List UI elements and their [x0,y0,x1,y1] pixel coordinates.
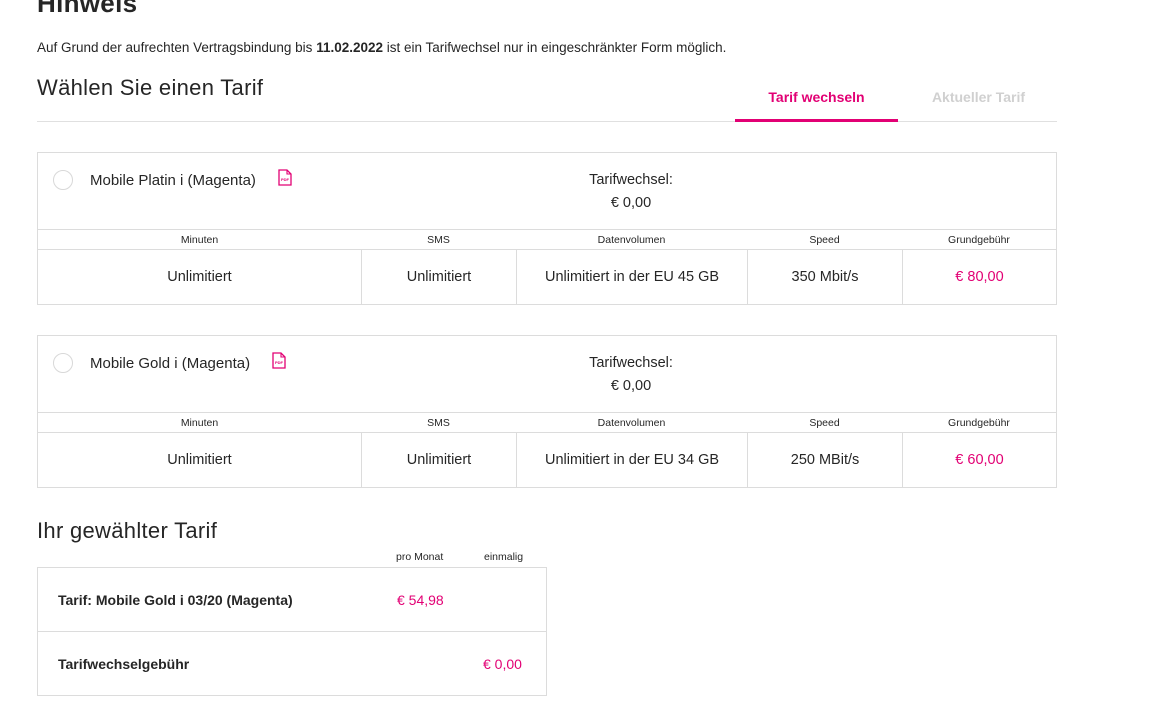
tariff-change-label: Tarifwechsel: [589,172,673,188]
spec-column-data: Datenvolumen Unlimitiert in der EU 34 GB [516,413,747,488]
spec-value-data: Unlimitiert in der EU 34 GB [516,433,747,487]
spec-column-base-fee: Grundgebühr € 80,00 [902,230,1056,305]
svg-text:PDF: PDF [281,177,290,182]
spec-column-sms: SMS Unlimitiert [361,230,516,305]
spec-column-minutes: Minuten Unlimitiert [38,413,361,488]
summary-header-monthly: pro Monat [396,551,444,563]
spec-header-sms: SMS [361,230,516,250]
selected-tariff-heading: Ihr gewählter Tarif [37,518,218,543]
notice-date: 11.02.2022 [316,40,384,55]
plan-spec-table: Minuten Unlimitiert SMS Unlimitiert Date… [38,229,1056,304]
spec-column-base-fee: Grundgebühr € 60,00 [902,413,1056,488]
spec-value-speed: 350 Mbit/s [747,250,902,304]
spec-header-minutes: Minuten [38,413,361,433]
spec-value-minutes: Unlimitiert [167,452,232,468]
spec-column-speed: Speed 250 MBit/s [747,413,902,488]
plan-name: Mobile Gold i (Magenta) [90,355,251,372]
selected-tariff-summary: Tarif: Mobile Gold i 03/20 (Magenta) € 5… [37,567,547,696]
plan-radio[interactable] [53,353,73,373]
summary-row-change-fee: Tarifwechselgebühr € 0,00 [38,632,546,696]
spec-header-data: Datenvolumen [516,413,747,433]
spec-header-speed: Speed [747,413,902,433]
plan-card[interactable]: Mobile Gold i (Magenta) PDF Tarifwechsel… [37,335,1057,488]
summary-header-one-time: einmalig [484,551,524,563]
plan-radio[interactable] [53,170,73,190]
pdf-icon[interactable]: PDF [278,169,292,186]
summary-label: Tarif: Mobile Gold i 03/20 (Magenta) [58,592,293,608]
spec-value-base-fee: € 80,00 [902,250,1056,304]
tab-current-tariff[interactable]: Aktueller Tarif [897,78,1060,122]
tab-change-tariff[interactable]: Tarif wechseln [735,78,898,122]
summary-label: Tarifwechselgebühr [58,656,190,672]
spec-value-minutes: Unlimitiert [167,269,232,285]
notice-title: Hinweis [37,0,138,18]
spec-header-speed: Speed [747,230,902,250]
plan-spec-table: Minuten Unlimitiert SMS Unlimitiert Date… [38,412,1056,487]
spec-column-minutes: Minuten Unlimitiert [38,230,361,305]
tariff-change-fee: € 0,00 [610,195,652,211]
notice-text-after: ist ein Tarifwechsel nur in eingeschränk… [383,40,727,55]
summary-one-time-price: € 0,00 [483,656,522,672]
summary-row-tariff: Tarif: Mobile Gold i 03/20 (Magenta) € 5… [38,568,546,632]
spec-column-sms: SMS Unlimitiert [361,413,516,488]
tariff-change-label: Tarifwechsel: [589,355,673,371]
spec-value-speed: 250 MBit/s [747,433,902,487]
plan-card[interactable]: Mobile Platin i (Magenta) PDF Tarifwechs… [37,152,1057,305]
spec-header-sms: SMS [361,413,516,433]
pdf-icon[interactable]: PDF [272,352,286,369]
spec-value-sms: Unlimitiert [361,250,516,304]
spec-value-data: Unlimitiert in der EU 45 GB [516,250,747,304]
summary-monthly-price: € 54,98 [397,592,444,608]
notice-text-before: Auf Grund der aufrechten Vertragsbindung… [37,40,317,55]
tariff-section-heading: Wählen Sie einen Tarif [37,75,264,100]
spec-header-data: Datenvolumen [516,230,747,250]
spec-column-speed: Speed 350 Mbit/s [747,230,902,305]
plan-name: Mobile Platin i (Magenta) [90,172,256,189]
svg-text:PDF: PDF [275,360,284,365]
tariff-change-fee: € 0,00 [610,378,652,394]
spec-header-minutes: Minuten [38,230,361,250]
notice-text: Auf Grund der aufrechten Vertragsbindung… [37,40,726,55]
spec-column-data: Datenvolumen Unlimitiert in der EU 45 GB [516,230,747,305]
spec-header-base-fee: Grundgebühr [902,230,1056,250]
spec-header-base-fee: Grundgebühr [902,413,1056,433]
spec-value-sms: Unlimitiert [361,433,516,487]
spec-value-base-fee: € 60,00 [902,433,1056,487]
